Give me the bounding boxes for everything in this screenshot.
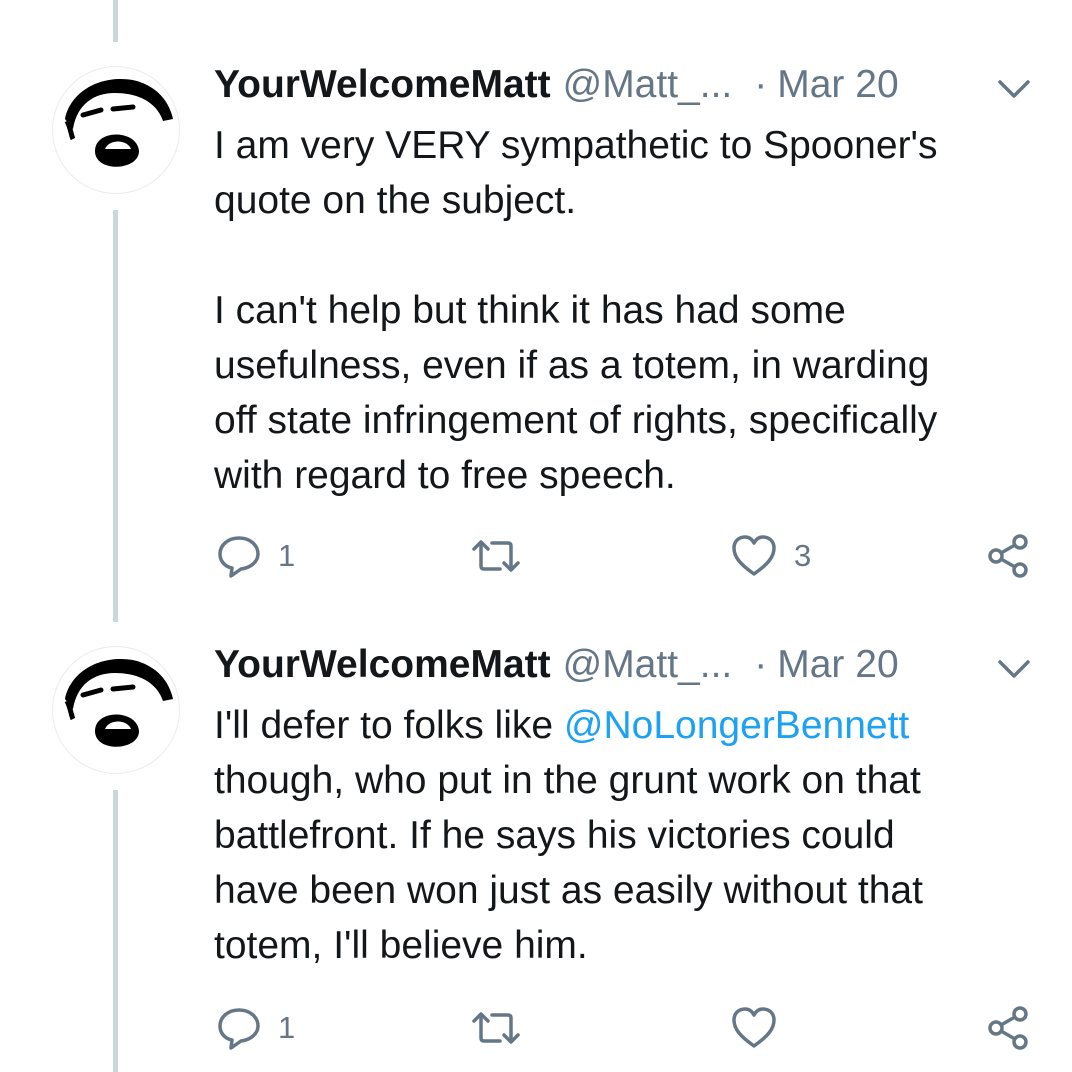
tweet-text-line: off state infringement of rights, specif…	[214, 399, 938, 442]
tweet-date[interactable]: Mar 20	[777, 63, 898, 107]
chat-bubble-icon	[218, 1008, 260, 1050]
reply-button[interactable]: 1	[216, 1000, 295, 1056]
retweet-button[interactable]	[470, 1000, 538, 1056]
tweet-text-prefix: I'll defer to folks like	[214, 704, 564, 747]
retweet-icon	[472, 540, 520, 572]
tweet-text-line: I can't help but think it has had some	[214, 289, 846, 332]
mention-link[interactable]: @NoLongerBennett	[564, 704, 909, 747]
share-button[interactable]	[986, 1000, 1032, 1056]
author-handle[interactable]: @Matt_...	[563, 63, 733, 107]
share-icon	[988, 1006, 1028, 1050]
chevron-down-icon[interactable]	[992, 650, 1036, 686]
avatar-face-icon	[64, 78, 173, 167]
tweet-header: YourWelcomeMatt @Matt_... · Mar 20	[214, 640, 899, 690]
reply-count: 1	[278, 538, 296, 573]
author-name[interactable]: YourWelcomeMatt	[214, 643, 551, 687]
chevron-down-icon[interactable]	[992, 70, 1036, 106]
tweet-actions: 1	[0, 1000, 1072, 1056]
tweet-text-line: quote on the subject.	[214, 179, 577, 222]
separator-dot: ·	[754, 643, 768, 686]
avatar-face-icon	[64, 658, 173, 747]
tweet-text-line: totem, I'll believe him.	[214, 924, 588, 967]
tweet-text: I'll defer to folks like @NoLongerBennet…	[214, 698, 1044, 973]
author-name[interactable]: YourWelcomeMatt	[214, 63, 551, 107]
tweet-text-line: battlefront. If he says his victories co…	[214, 814, 895, 857]
tweet-text-line: though, who put in the grunt work on tha…	[214, 759, 921, 802]
thread-line	[113, 0, 118, 42]
tweet-date[interactable]: Mar 20	[777, 643, 898, 687]
heart-icon	[732, 1007, 776, 1048]
avatar[interactable]	[52, 66, 180, 194]
author-handle[interactable]: @Matt_...	[563, 643, 733, 687]
tweet-text-line: I am very VERY sympathetic to Spooner's	[214, 124, 938, 167]
separator-dot: ·	[754, 63, 768, 106]
reply-count: 1	[278, 1010, 296, 1045]
share-button[interactable]	[986, 528, 1032, 584]
tweet-header: YourWelcomeMatt @Matt_... · Mar 20	[214, 60, 899, 110]
like-button[interactable]	[730, 1000, 794, 1056]
reply-button[interactable]: 1	[216, 528, 295, 584]
retweet-icon	[472, 1012, 520, 1044]
tweet-text-line: I'll defer to folks like @NoLongerBennet…	[214, 698, 1044, 753]
tweet-actions: 1 3	[0, 528, 1072, 584]
retweet-button[interactable]	[470, 528, 538, 584]
avatar[interactable]	[52, 646, 180, 774]
tweet-text-line: with regard to free speech.	[214, 454, 676, 497]
tweet-text-line: have been won just as easily without tha…	[214, 869, 923, 912]
heart-icon	[732, 535, 776, 576]
like-count: 3	[794, 538, 812, 573]
tweet-text: I am very VERY sympathetic to Spooner's …	[214, 118, 1044, 503]
like-button[interactable]: 3	[730, 528, 811, 584]
chat-bubble-icon	[218, 536, 260, 578]
tweet-text-line: usefulness, even if as a totem, in wardi…	[214, 344, 930, 387]
share-icon	[988, 534, 1028, 578]
